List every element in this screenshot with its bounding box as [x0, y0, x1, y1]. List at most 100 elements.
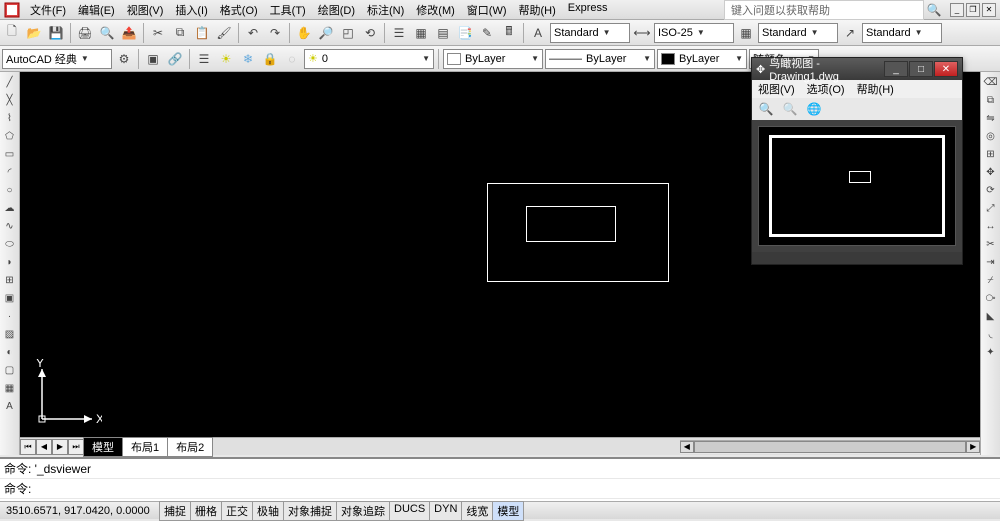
fillet-icon[interactable]: ◟ — [983, 326, 999, 342]
copy-icon[interactable]: ⧉ — [170, 23, 190, 43]
plot-preview-icon[interactable]: 🔍 — [97, 23, 117, 43]
layer-manager-icon[interactable]: ☰ — [194, 49, 214, 69]
aerial-zoomout-icon[interactable]: 🔍 — [780, 99, 800, 119]
sheet-set-icon[interactable]: 📑 — [455, 23, 475, 43]
menu-help[interactable]: 帮助(H) — [513, 0, 562, 20]
xline-icon[interactable]: ╳ — [2, 92, 18, 108]
properties-icon[interactable]: ☰ — [389, 23, 409, 43]
undo-icon[interactable]: ↶ — [243, 23, 263, 43]
help-search-input[interactable]: 键入问题以获取帮助 — [724, 0, 924, 20]
mode-otrack[interactable]: 对象追踪 — [336, 501, 390, 521]
offset-icon[interactable]: ◎ — [983, 128, 999, 144]
mode-model[interactable]: 模型 — [492, 501, 524, 521]
menu-express[interactable]: Express — [562, 0, 614, 20]
break-icon[interactable]: ⌿ — [983, 272, 999, 288]
array-icon[interactable]: ⊞ — [983, 146, 999, 162]
zoom-prev-icon[interactable]: ⟲ — [360, 23, 380, 43]
mode-polar[interactable]: 极轴 — [252, 501, 284, 521]
region-icon[interactable]: ▢ — [2, 362, 18, 378]
hscroll-thumb[interactable] — [694, 441, 967, 453]
scale-icon[interactable]: ⤢ — [983, 200, 999, 216]
point-icon[interactable]: · — [2, 308, 18, 324]
layer-lock-icon[interactable]: 🔒 — [260, 49, 280, 69]
menu-window[interactable]: 窗口(W) — [461, 0, 513, 20]
mode-snap[interactable]: 捕捉 — [159, 501, 191, 521]
circle-icon[interactable]: ○ — [2, 182, 18, 198]
zoom-window-icon[interactable]: ◰ — [338, 23, 358, 43]
hatch-icon[interactable]: ▨ — [2, 326, 18, 342]
block-editor-icon[interactable]: ▣ — [143, 49, 163, 69]
make-block-icon[interactable]: ▣ — [2, 290, 18, 306]
redo-icon[interactable]: ↷ — [265, 23, 285, 43]
stretch-icon[interactable]: ↔ — [983, 218, 999, 234]
aerial-titlebar[interactable]: ✥ 鸟瞰视图 - Drawing1.dwg _ □ ✕ — [752, 58, 962, 80]
tab-layout2[interactable]: 布局2 — [167, 437, 213, 457]
aerial-zoomin-icon[interactable]: 🔍 — [756, 99, 776, 119]
workspace-dropdown[interactable]: AutoCAD 经典▼ — [2, 49, 112, 69]
mode-lwt[interactable]: 线宽 — [461, 501, 493, 521]
aerial-menu-options[interactable]: 选项(O) — [801, 80, 851, 98]
aerial-maximize-icon[interactable]: □ — [909, 61, 933, 77]
layer-freeze-icon[interactable]: ❄ — [238, 49, 258, 69]
ellipse-arc-icon[interactable]: ◗ — [2, 254, 18, 270]
aerial-menu-view[interactable]: 视图(V) — [752, 80, 801, 98]
tool-palette-icon[interactable]: ▤ — [433, 23, 453, 43]
menu-view[interactable]: 视图(V) — [121, 0, 170, 20]
table-icon[interactable]: ▦ — [2, 380, 18, 396]
insert-block-icon[interactable]: ⊞ — [2, 272, 18, 288]
open-icon[interactable]: 📂 — [24, 23, 44, 43]
table-style-icon[interactable]: ▦ — [736, 23, 756, 43]
erase-icon[interactable]: ⌫ — [983, 74, 999, 90]
copy-obj-icon[interactable]: ⧉ — [983, 92, 999, 108]
mtext-icon[interactable]: A — [2, 398, 18, 414]
spline-icon[interactable]: ∿ — [2, 218, 18, 234]
layer-dropdown[interactable]: ☀0▼ — [304, 49, 434, 69]
doc-close-icon[interactable]: ✕ — [982, 3, 996, 17]
mode-grid[interactable]: 栅格 — [190, 501, 222, 521]
match-prop-icon[interactable]: 🖌 — [214, 23, 234, 43]
print-icon[interactable]: 🖨 — [75, 23, 95, 43]
new-icon[interactable]: 🗋 — [2, 23, 22, 43]
dim-style-dropdown[interactable]: ISO-25▼ — [654, 23, 734, 43]
dim-style-icon[interactable]: ⟷ — [632, 23, 652, 43]
aerial-minimize-icon[interactable]: _ — [884, 61, 908, 77]
menu-insert[interactable]: 插入(I) — [169, 0, 213, 20]
ellipse-icon[interactable]: ⬭ — [2, 236, 18, 252]
mleader-style-icon[interactable]: ↗ — [840, 23, 860, 43]
table-style-dropdown[interactable]: Standard▼ — [758, 23, 838, 43]
publish-icon[interactable]: 📤 — [119, 23, 139, 43]
command-prompt[interactable]: 命令: — [0, 479, 1000, 499]
tab-first-icon[interactable]: ⏮ — [20, 439, 36, 455]
doc-restore-icon[interactable]: ❐ — [966, 3, 980, 17]
tab-model[interactable]: 模型 — [83, 437, 123, 457]
coordinates-display[interactable]: 3510.6571, 917.0420, 0.0000 — [0, 505, 160, 517]
trim-icon[interactable]: ✂ — [983, 236, 999, 252]
aerial-canvas[interactable] — [758, 126, 956, 246]
menu-tools[interactable]: 工具(T) — [264, 0, 312, 20]
pan-icon[interactable]: ✋ — [294, 23, 314, 43]
mode-osnap[interactable]: 对象捕捉 — [283, 501, 337, 521]
xref-icon[interactable]: 🔗 — [165, 49, 185, 69]
hscroll-left-icon[interactable]: ◀ — [680, 441, 694, 453]
lineweight-dropdown[interactable]: ByLayer▼ — [657, 49, 747, 69]
layer-off-icon[interactable]: ◌ — [282, 49, 302, 69]
aerial-view-rect[interactable] — [849, 171, 871, 183]
mode-ducs[interactable]: DUCS — [389, 501, 430, 521]
zoom-rt-icon[interactable]: 🔎 — [316, 23, 336, 43]
tab-prev-icon[interactable]: ◀ — [36, 439, 52, 455]
tab-layout1[interactable]: 布局1 — [122, 437, 168, 457]
text-style-dropdown[interactable]: Standard▼ — [550, 23, 630, 43]
move-icon[interactable]: ✥ — [983, 164, 999, 180]
paste-icon[interactable]: 📋 — [192, 23, 212, 43]
arc-icon[interactable]: ◜ — [2, 164, 18, 180]
menu-dim[interactable]: 标注(N) — [361, 0, 410, 20]
menu-draw[interactable]: 绘图(D) — [312, 0, 361, 20]
help-search-icon[interactable]: 🔍 — [924, 0, 944, 20]
design-center-icon[interactable]: ▦ — [411, 23, 431, 43]
line-icon[interactable]: ╱ — [2, 74, 18, 90]
mode-dyn[interactable]: DYN — [429, 501, 462, 521]
tab-last-icon[interactable]: ⏭ — [68, 439, 84, 455]
revcloud-icon[interactable]: ☁ — [2, 200, 18, 216]
pline-icon[interactable]: ⌇ — [2, 110, 18, 126]
hscroll-right-icon[interactable]: ▶ — [966, 441, 980, 453]
